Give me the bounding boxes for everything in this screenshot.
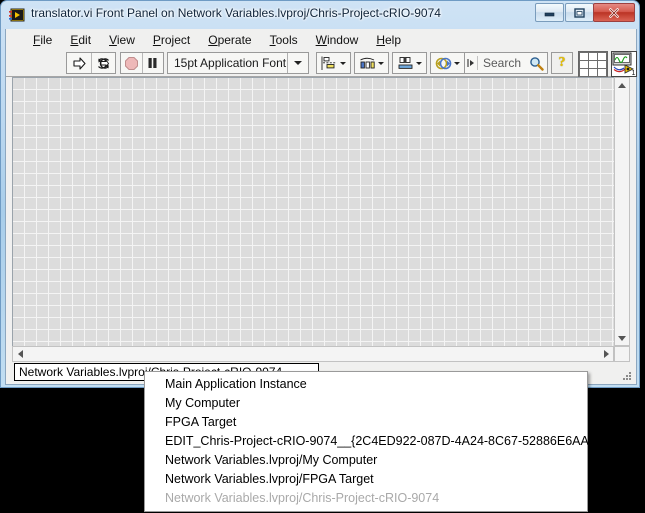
scrollbar-corner	[614, 346, 630, 362]
run-arrow-icon	[73, 56, 86, 70]
chevron-down-icon[interactable]	[287, 53, 308, 73]
labview-front-panel-window: translator.vi Front Panel on Network Var…	[0, 0, 640, 388]
horizontal-scrollbar[interactable]	[12, 346, 614, 362]
align-objects-icon	[321, 56, 336, 70]
client-area: File Edit View Project Operate Tools Win…	[5, 29, 637, 385]
menu-item-edit-chris-project-crio[interactable]: EDIT_Chris-Project-cRIO-9074__{2C4ED922-…	[145, 432, 615, 451]
front-panel-canvas[interactable]	[12, 77, 614, 346]
pause-icon	[148, 58, 157, 68]
vi-icon-badge[interactable]: 1	[611, 51, 637, 77]
labview-vi-icon	[9, 7, 25, 23]
menu-item-my-computer[interactable]: My Computer	[145, 394, 587, 413]
menu-window-rest: indow	[326, 32, 359, 47]
resize-objects-icon	[398, 56, 413, 69]
menu-file[interactable]: File	[24, 31, 61, 49]
abort-execution-icon	[124, 56, 138, 70]
chevron-down-icon	[454, 61, 460, 65]
help-button[interactable]: ?	[551, 52, 573, 74]
distribute-objects-icon	[360, 57, 375, 68]
scroll-left-icon[interactable]	[13, 347, 27, 361]
chevron-down-icon	[416, 61, 422, 65]
run-continuously-icon	[97, 57, 109, 69]
menu-edit-rest: dit	[78, 32, 92, 47]
maximize-button[interactable]	[565, 3, 594, 22]
search-scope-toggle-icon[interactable]	[465, 56, 478, 70]
minimize-button[interactable]	[535, 3, 564, 22]
abort-execution-button[interactable]	[121, 53, 143, 73]
search-input[interactable]: Search	[464, 52, 548, 74]
menu-item-network-variables-my-computer[interactable]: Network Variables.lvproj/My Computer	[145, 451, 587, 470]
font-selector-value: 15pt Application Font	[174, 56, 287, 70]
vertical-scrollbar[interactable]	[614, 77, 630, 346]
menu-project[interactable]: Project	[144, 31, 199, 49]
menu-tools[interactable]: Tools	[261, 31, 307, 49]
chevron-down-icon	[340, 61, 346, 65]
menu-view-rest: iew	[116, 32, 135, 47]
reorder-objects-button[interactable]	[430, 52, 465, 74]
minimize-icon	[536, 4, 563, 21]
resize-objects-button[interactable]	[392, 52, 427, 74]
connector-cell[interactable]	[597, 67, 608, 77]
pause-button[interactable]	[143, 53, 163, 73]
reorder-objects-icon	[435, 57, 452, 69]
scroll-down-icon[interactable]	[615, 331, 629, 345]
close-button[interactable]	[593, 3, 635, 22]
menu-bar: File Edit View Project Operate Tools Win…	[6, 29, 636, 50]
menu-tools-rest: ools	[275, 32, 298, 47]
menu-item-fpga-target[interactable]: FPGA Target	[145, 413, 587, 432]
font-selector[interactable]: 15pt Application Font	[167, 52, 309, 74]
scroll-right-icon[interactable]	[599, 347, 613, 361]
menu-operate-rest: perate	[217, 32, 252, 47]
menu-edit[interactable]: Edit	[61, 31, 100, 49]
menu-item-main-application-instance[interactable]: Main Application Instance	[145, 375, 587, 394]
menu-help[interactable]: Help	[367, 31, 410, 49]
abort-pause-group	[120, 52, 164, 74]
scroll-up-icon[interactable]	[615, 78, 629, 92]
close-icon	[594, 4, 634, 21]
menu-project-rest: roject	[160, 32, 191, 47]
maximize-icon	[566, 4, 593, 21]
window-title: translator.vi Front Panel on Network Var…	[31, 6, 441, 20]
distribute-objects-button[interactable]	[354, 52, 389, 74]
front-panel-scroll-region	[6, 77, 636, 362]
title-bar[interactable]: translator.vi Front Panel on Network Var…	[1, 1, 639, 29]
run-button[interactable]	[67, 53, 92, 73]
target-context-dropdown-menu[interactable]: Main Application Instance My Computer FP…	[144, 371, 615, 512]
menu-window[interactable]: Window	[307, 31, 368, 49]
menu-item-network-variables-chris-project-crio: Network Variables.lvproj/Chris-Project-c…	[165, 491, 440, 505]
help-button-label: ?	[558, 55, 566, 70]
chevron-down-icon	[378, 61, 384, 65]
search-placeholder: Search	[483, 56, 522, 70]
vi-icon-number: 1	[632, 70, 636, 76]
align-objects-button[interactable]	[316, 52, 351, 74]
connector-pane-grid[interactable]	[578, 51, 608, 77]
menu-help-rest: elp	[384, 32, 401, 47]
menu-view[interactable]: View	[100, 31, 144, 49]
toolbar: 15pt Application Font Search ? 1	[6, 50, 637, 77]
run-button-group	[66, 52, 116, 74]
menu-operate[interactable]: Operate	[199, 31, 260, 49]
menu-file-rest: ile	[40, 32, 53, 47]
run-continuously-button[interactable]	[92, 53, 116, 73]
magnifier-icon[interactable]	[525, 56, 547, 71]
resize-grip-icon[interactable]	[620, 369, 633, 382]
menu-item-network-variables-fpga-target[interactable]: Network Variables.lvproj/FPGA Target	[145, 470, 587, 489]
